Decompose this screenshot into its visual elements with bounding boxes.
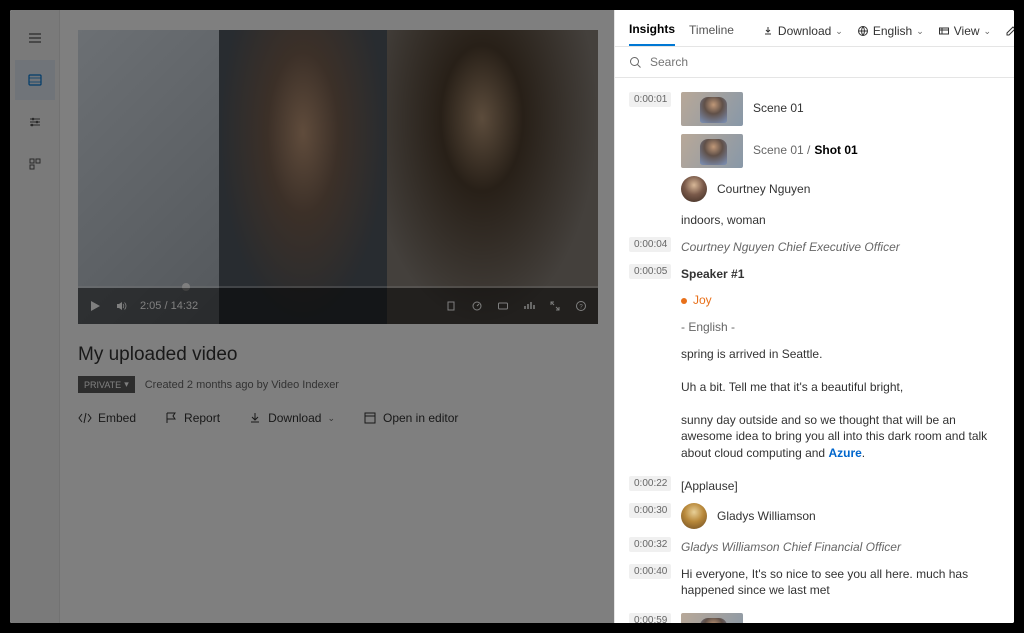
timestamp[interactable]: 0:00:32 xyxy=(629,537,671,552)
speed-icon[interactable] xyxy=(470,299,484,313)
shot-thumbnail[interactable] xyxy=(681,613,743,623)
search-row xyxy=(615,47,1014,78)
sound-event: [Applause] xyxy=(681,476,738,495)
panel-language[interactable]: English ⌄ xyxy=(857,24,924,38)
insights-panel: Insights Timeline Download ⌄ English ⌄ V… xyxy=(614,10,1014,623)
widget-icon xyxy=(27,156,43,172)
download-button[interactable]: Download ⌄ xyxy=(248,411,335,425)
chevron-down-icon: ▾ xyxy=(124,379,129,390)
video-time: 2:05 / 14:32 xyxy=(140,300,198,312)
privacy-badge[interactable]: PRIVATE ▾ xyxy=(78,376,135,393)
chevron-down-icon: ⌄ xyxy=(916,26,924,37)
chevron-down-icon: ⌄ xyxy=(835,26,843,37)
sliders-icon xyxy=(27,114,43,130)
editor-icon xyxy=(363,411,377,425)
shot-label: Scene 01 / Shot 01 xyxy=(753,134,858,159)
transcript-line: Uh a bit. Tell me that it's a beautiful … xyxy=(681,377,903,396)
video-controls: 2:05 / 14:32 ? xyxy=(78,288,598,324)
panel-download-label: Download xyxy=(778,24,831,38)
person-name: Courtney Nguyen xyxy=(717,176,810,198)
tab-timeline[interactable]: Timeline xyxy=(689,17,734,45)
speaker-label: Speaker #1 xyxy=(681,264,744,283)
shot-label: Scene 01 / Shot 02 xyxy=(753,613,858,623)
fullscreen-icon[interactable] xyxy=(548,299,562,313)
sidebar-video[interactable] xyxy=(15,60,55,100)
panel-view[interactable]: View ⌄ xyxy=(938,24,991,38)
scene-label: Scene 01 xyxy=(753,92,804,117)
timestamp[interactable]: 0:00:59 xyxy=(629,613,671,623)
timestamp[interactable]: 0:00:40 xyxy=(629,564,671,579)
volume-icon[interactable] xyxy=(114,299,128,313)
panel-tabs: Insights Timeline Download ⌄ English ⌄ V… xyxy=(615,10,1014,47)
timestamp[interactable]: 0:00:05 xyxy=(629,264,671,279)
transcript-line: spring is arrived in Seattle. xyxy=(681,344,822,363)
tags: indoors, woman xyxy=(681,210,766,229)
quality-icon[interactable] xyxy=(522,299,536,313)
timestamp[interactable]: 0:00:22 xyxy=(629,476,671,491)
pencil-icon xyxy=(1005,25,1014,37)
download-icon xyxy=(762,25,774,37)
search-input[interactable] xyxy=(650,55,1000,69)
svg-text:?: ? xyxy=(579,305,583,311)
download-icon xyxy=(248,411,262,425)
aspect-icon[interactable] xyxy=(444,299,458,313)
language-marker: - English - xyxy=(681,317,735,336)
sidebar xyxy=(10,10,60,623)
sidebar-widget[interactable] xyxy=(15,144,55,184)
scene-thumbnail[interactable] xyxy=(681,92,743,126)
report-button[interactable]: Report xyxy=(164,411,220,425)
download-label: Download xyxy=(268,411,321,425)
person-avatar[interactable] xyxy=(681,503,707,529)
timestamp[interactable]: 0:00:01 xyxy=(629,92,671,107)
embed-label: Embed xyxy=(98,411,136,425)
video-player[interactable]: 2:05 / 14:32 ? xyxy=(78,30,598,324)
sidebar-menu[interactable] xyxy=(15,18,55,58)
report-label: Report xyxy=(184,411,220,425)
main-content: 2:05 / 14:32 ? My uploaded video PRIVATE xyxy=(60,10,614,623)
transcript-line: Hi everyone, It's so nice to see you all… xyxy=(681,564,1000,600)
shot-thumbnail[interactable] xyxy=(681,134,743,168)
panel-view-label: View xyxy=(954,24,980,38)
transcript-line: sunny day outside and so we thought that… xyxy=(681,410,1000,462)
panel-language-label: English xyxy=(873,24,912,38)
search-icon xyxy=(629,56,642,69)
film-icon xyxy=(27,72,43,88)
video-meta: Created 2 months ago by Video Indexer xyxy=(145,379,339,391)
embed-icon xyxy=(78,411,92,425)
emotion-joy: Joy xyxy=(681,290,712,309)
timestamp[interactable]: 0:00:04 xyxy=(629,237,671,252)
menu-icon xyxy=(27,30,43,46)
privacy-badge-label: PRIVATE xyxy=(84,380,121,390)
play-icon[interactable] xyxy=(88,299,102,313)
chevron-down-icon: ⌄ xyxy=(984,26,992,37)
panel-edit[interactable]: Edit xyxy=(1005,24,1014,38)
open-editor-button[interactable]: Open in editor xyxy=(363,411,458,425)
azure-link[interactable]: Azure xyxy=(828,446,861,460)
view-icon xyxy=(938,25,950,37)
ocr-text: Courtney Nguyen Chief Executive Officer xyxy=(681,237,900,256)
captions-icon[interactable] xyxy=(496,299,510,313)
timestamp[interactable]: 0:00:30 xyxy=(629,503,671,518)
sidebar-filters[interactable] xyxy=(15,102,55,142)
insights-list[interactable]: 0:00:01 Scene 01 Scene 01 / Shot 01 Cour… xyxy=(615,78,1014,623)
flag-icon xyxy=(164,411,178,425)
panel-download[interactable]: Download ⌄ xyxy=(762,24,843,38)
globe-icon xyxy=(857,25,869,37)
person-name: Gladys Williamson xyxy=(717,503,816,525)
chevron-down-icon: ⌄ xyxy=(327,413,335,424)
video-title: My uploaded video xyxy=(78,344,604,366)
person-avatar[interactable] xyxy=(681,176,707,202)
open-editor-label: Open in editor xyxy=(383,411,458,425)
help-icon[interactable]: ? xyxy=(574,299,588,313)
tab-insights[interactable]: Insights xyxy=(629,16,675,46)
ocr-text: Gladys Williamson Chief Financial Office… xyxy=(681,537,901,556)
embed-button[interactable]: Embed xyxy=(78,411,136,425)
